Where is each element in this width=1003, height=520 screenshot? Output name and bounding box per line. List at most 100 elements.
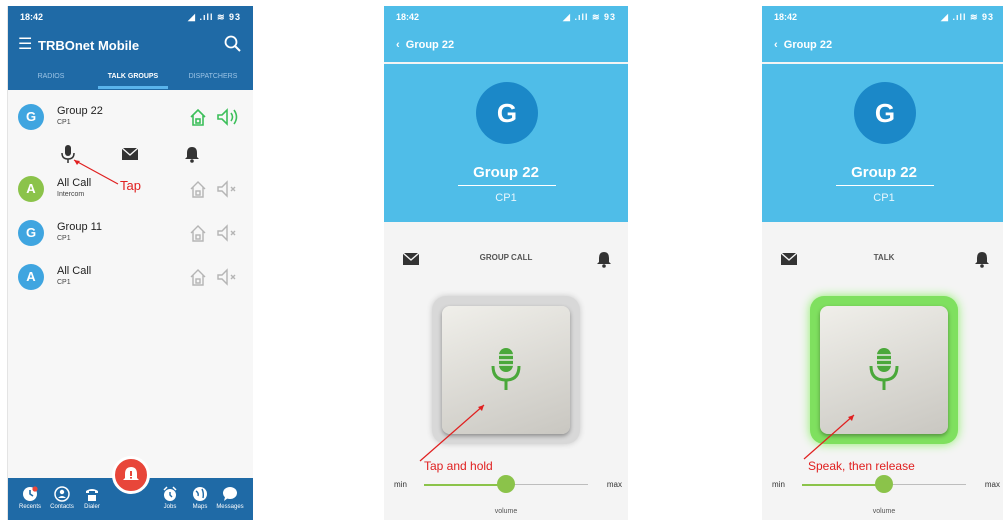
contacts-icon [54, 486, 70, 502]
volume-control: min max volume [384, 474, 628, 515]
talk-group-row[interactable]: G Group 11 CP1 [8, 214, 253, 254]
volume-min-label: min [394, 480, 407, 489]
bell-icon[interactable] [974, 250, 990, 268]
hint-annotation: Tap and hold [424, 459, 493, 473]
talk-groups-screen: 18:42 ◢ .ıll ≋ 93 ☰ TRBOnet Mobile RADIO… [7, 6, 253, 520]
home-icon [190, 225, 206, 242]
nav-label: Maps [192, 504, 208, 510]
group-name: Group 22 [57, 105, 103, 117]
call-mode-label: TALK [873, 253, 895, 262]
status-bar: 18:42 ◢ .ıll ≋ 93 [384, 6, 628, 28]
status-time: 18:42 [20, 12, 44, 22]
hint-annotation: Speak, then release [808, 459, 915, 473]
hint-arrow [803, 414, 855, 460]
group-channel: CP1 [57, 119, 71, 126]
dialer-icon [86, 489, 98, 501]
status-bar: 18:42 ◢ .ıll ≋ 93 [8, 6, 253, 28]
speaker-muted-icon [217, 180, 236, 198]
search-icon[interactable] [223, 34, 243, 54]
avatar: A [18, 264, 44, 290]
speaker-muted-icon [217, 224, 236, 242]
alarm-bell-icon [123, 467, 139, 480]
talk-screen: 18:42 ◢ .ıll ≋ 93 ‹ Group 22 G Group 22 … [762, 6, 1003, 520]
nav-label: Jobs [163, 504, 177, 510]
bell-icon[interactable] [184, 145, 200, 163]
row-status-icons [190, 180, 236, 198]
group-channel: CP1 [57, 279, 71, 286]
volume-fill [802, 484, 884, 486]
volume-slider-handle[interactable] [497, 475, 515, 493]
chat-icon [223, 487, 237, 501]
header-title: Group 22 [783, 39, 833, 51]
nav-dialer[interactable]: Dialer [72, 486, 112, 510]
status-time: 18:42 [774, 12, 798, 22]
group-name: Group 22 [851, 164, 917, 181]
sos-button[interactable] [112, 456, 150, 494]
tab-dispatchers[interactable]: DISPATCHERS [173, 73, 253, 80]
group-name: All Call [57, 265, 92, 277]
row-status-icons [190, 224, 236, 242]
group-channel: CP1 [873, 192, 895, 204]
volume-label: volume [494, 508, 518, 515]
volume-max-label: max [984, 480, 1000, 489]
globe-icon [193, 487, 207, 501]
volume-fill [424, 484, 506, 486]
status-time: 18:42 [396, 12, 420, 22]
group-channel: CP1 [57, 235, 71, 242]
alarm-clock-icon [163, 486, 177, 501]
tab-radios[interactable]: RADIOS [11, 73, 91, 80]
hint-arrow [419, 404, 485, 462]
avatar: A [18, 176, 44, 202]
group-name: Group 11 [57, 221, 103, 233]
microphone-icon [491, 348, 521, 390]
recents-icon [23, 486, 38, 501]
volume-min-label: min [772, 480, 785, 489]
nav-label: Recents [18, 504, 41, 510]
talk-group-row[interactable]: A All Call CP1 [8, 258, 253, 298]
volume-label: volume [872, 508, 896, 515]
group-name: All Call [57, 177, 92, 189]
speaker-icon [217, 108, 238, 126]
group-avatar: G [854, 82, 916, 144]
divider [836, 185, 934, 186]
group-actions [8, 144, 253, 164]
home-icon [190, 108, 206, 126]
volume-control: min max volume [762, 474, 1003, 515]
nav-label: Contacts [50, 504, 74, 510]
avatar: G [18, 104, 44, 130]
volume-max-label: max [606, 480, 622, 489]
group-info-panel: G Group 22 CP1 [384, 64, 628, 222]
bell-icon[interactable] [596, 250, 612, 268]
avatar: G [18, 220, 44, 246]
group-avatar: G [476, 82, 538, 144]
talk-group-row[interactable]: G Group 22 CP1 [8, 98, 253, 138]
active-tab-indicator [98, 86, 168, 89]
group-call-screen: 18:42 ◢ .ıll ≋ 93 ‹ Group 22 G Group 22 … [384, 6, 628, 520]
status-icons: ◢ .ıll ≋ 93 [941, 12, 994, 22]
call-mode-label: GROUP CALL [479, 253, 533, 262]
nav-messages[interactable]: Messages [210, 486, 250, 510]
row-status-icons [190, 268, 236, 286]
app-bar: ☰ TRBOnet Mobile [8, 28, 253, 62]
microphone-icon [869, 348, 899, 390]
row-status-icons [190, 108, 238, 126]
home-icon [190, 269, 206, 286]
menu-icon[interactable]: ☰ [18, 37, 32, 53]
header-title: Group 22 [405, 39, 455, 51]
talk-group-row[interactable]: A All Call Intercom [8, 170, 253, 210]
group-channel: Intercom [57, 191, 85, 198]
call-header: 18:42 ◢ .ıll ≋ 93 ‹ Group 22 [384, 6, 628, 62]
status-icons: ◢ .ıll ≋ 93 [563, 12, 616, 22]
divider [458, 185, 556, 186]
speaker-muted-icon [217, 268, 236, 286]
app-title: TRBOnet Mobile [38, 38, 140, 53]
status-bar: 18:42 ◢ .ıll ≋ 93 [762, 6, 1003, 28]
group-info-panel: G Group 22 CP1 [762, 64, 1003, 222]
nav-label: Dialer [84, 504, 100, 510]
nav-label: Messages [216, 504, 244, 510]
back-button[interactable]: ‹ Group 22 [774, 39, 832, 51]
volume-slider-handle[interactable] [875, 475, 893, 493]
back-button[interactable]: ‹ Group 22 [396, 39, 454, 51]
tab-talk-groups[interactable]: TALK GROUPS [93, 73, 173, 80]
home-icon [190, 181, 206, 198]
